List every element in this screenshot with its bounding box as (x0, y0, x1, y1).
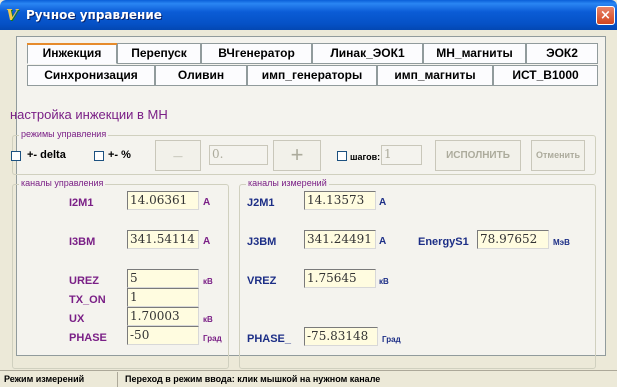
percent-label: +- % (108, 149, 131, 161)
tab-injection[interactable]: Инжекция (27, 43, 117, 64)
tab-linac-eok1[interactable]: Линак_ЭОК1 (312, 43, 423, 64)
measurement-channels-group: каналы измерений (239, 178, 596, 369)
plus-button[interactable]: + (273, 140, 321, 171)
i3bm-field[interactable]: 341.54114 (127, 230, 199, 249)
j3bm-field[interactable]: 341.24491 (304, 230, 376, 249)
window-title: Ручное управление (26, 8, 162, 22)
energy-unit: МэВ (553, 238, 570, 247)
status-separator (117, 372, 118, 387)
tx-on-label: TX_ON (69, 294, 106, 306)
urez-field[interactable]: 5 (127, 269, 199, 288)
i3bm-unit: A (203, 236, 211, 247)
j3bm-unit: A (379, 236, 387, 247)
steps-checkbox[interactable] (337, 151, 347, 161)
control-modes-group-label: режимы управления (19, 129, 109, 139)
vrez-label: VREZ (247, 275, 277, 287)
phase-label: PHASE (69, 332, 107, 344)
tab-rf-generator[interactable]: ВЧгенератор (201, 43, 312, 64)
phase-measure-field[interactable]: -75.83148 (304, 327, 378, 346)
vrez-unit: кВ (379, 277, 389, 286)
phase-field[interactable]: -50 (127, 326, 199, 345)
tab-eok2[interactable]: ЭОК2 (526, 43, 598, 64)
tab-mn-magnets[interactable]: МН_магниты (423, 43, 526, 64)
j2m1-field[interactable]: 14.13573 (304, 191, 376, 210)
tab-transfer[interactable]: Перепуск (117, 43, 201, 64)
ux-field[interactable]: 1.70003 (127, 307, 199, 326)
main-window: V Ручное управление × Инжекция Перепуск … (0, 0, 617, 387)
tab-olivin[interactable]: Оливин (155, 65, 247, 86)
status-hint: Переход в режим ввода: клик мышкой на ну… (125, 374, 381, 384)
close-button[interactable]: × (596, 6, 615, 25)
title-bar[interactable]: V Ручное управление × (0, 0, 617, 30)
urez-label: UREZ (69, 275, 99, 287)
app-logo-icon: V (6, 6, 18, 24)
cancel-button[interactable]: Отменить (531, 140, 585, 171)
steps-label: шагов: (350, 152, 381, 162)
tab-synchronization[interactable]: Синхронизация (27, 65, 155, 86)
window-body: Инжекция Перепуск ВЧгенератор Линак_ЭОК1… (4, 30, 613, 370)
status-mode: Режим измерений (4, 374, 85, 384)
j2m1-label: J2M1 (247, 197, 275, 209)
i2m1-label: I2M1 (69, 197, 94, 209)
percent-checkbox[interactable] (94, 151, 104, 161)
measurement-channels-group-label: каналы измерений (246, 178, 329, 188)
delta-checkbox[interactable] (11, 151, 21, 161)
i3bm-label: I3BM (69, 236, 96, 248)
i2m1-field[interactable]: 14.06361 (127, 191, 199, 210)
energy-label: EnergyS1 (418, 236, 469, 248)
ux-label: UX (69, 313, 85, 325)
tab-ist-v1000[interactable]: ИСТ_В1000 (493, 65, 598, 86)
delta-label: +- delta (27, 149, 66, 161)
minus-button[interactable]: _ (155, 140, 201, 171)
phase-unit: Град (203, 334, 222, 343)
energy-field[interactable]: 78.97652 (477, 230, 549, 249)
execute-button[interactable]: ИСПОЛНИТЬ (435, 140, 521, 171)
section-title: настройка инжекции в МН (10, 107, 168, 122)
tab-pulse-generators[interactable]: имп_генераторы (247, 65, 377, 86)
urez-unit: кВ (203, 277, 213, 286)
i2m1-unit: A (203, 197, 211, 208)
tab-pulse-magnets[interactable]: имп_магниты (377, 65, 493, 86)
steps-input[interactable]: 1 (381, 145, 422, 165)
status-bar: Режим измерений Переход в режим ввода: к… (0, 370, 617, 387)
tab-panel: Инжекция Перепуск ВЧгенератор Линак_ЭОК1… (10, 36, 606, 369)
step-value-input[interactable]: 0. (209, 145, 268, 165)
phase-measure-unit: Град (382, 335, 401, 344)
vrez-field[interactable]: 1.75645 (304, 269, 376, 288)
j3bm-label: J3BM (247, 236, 277, 248)
j2m1-unit: A (379, 197, 387, 208)
phase-measure-label: PHASE_ (247, 333, 292, 345)
ux-unit: кВ (203, 315, 213, 324)
control-channels-group-label: каналы управления (19, 178, 106, 188)
tx-on-field[interactable]: 1 (127, 288, 199, 307)
